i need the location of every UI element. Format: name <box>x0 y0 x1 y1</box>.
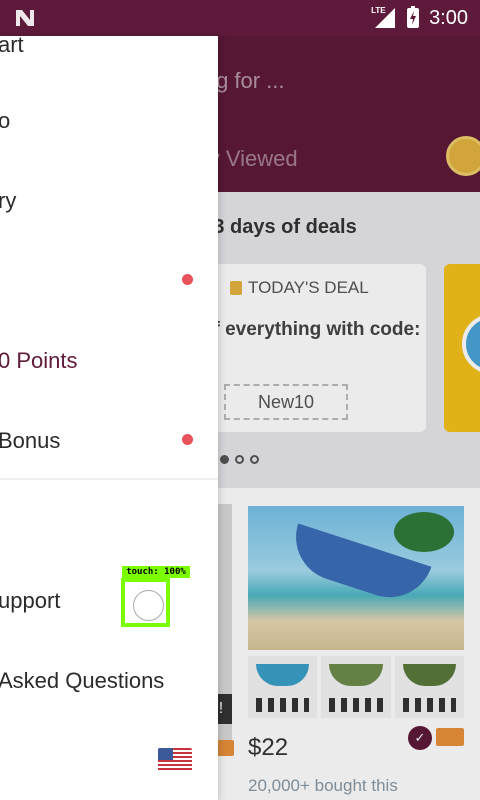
notification-dot <box>182 274 193 285</box>
drawer-item-bonus[interactable]: Bonus <box>0 400 218 480</box>
touch-indicator <box>121 578 170 627</box>
network-type: LTE <box>371 6 386 15</box>
status-bar: LTE 3:00 <box>0 0 480 36</box>
drawer-item-label: 0 Points <box>0 348 78 373</box>
drawer-divider <box>0 478 218 480</box>
drawer-item-4[interactable] <box>0 240 218 320</box>
touch-indicator-label: touch: 100% <box>122 566 190 578</box>
signal-icon: LTE <box>371 6 397 30</box>
drawer-item-history[interactable]: ry <box>0 160 218 240</box>
drawer-item-faq[interactable]: Asked Questions <box>0 640 218 720</box>
notification-dot <box>182 434 193 445</box>
drawer-item-points[interactable]: 0 Points <box>0 320 218 400</box>
drawer-item-label: upport <box>0 588 61 613</box>
navigation-drawer: art o ry 0 Points Bonus upport Asked Que… <box>0 36 218 800</box>
drawer-item-cart[interactable]: art <box>0 36 218 86</box>
drawer-item-label: art <box>0 36 24 57</box>
us-flag-icon[interactable] <box>158 748 192 772</box>
clock: 3:00 <box>429 6 468 29</box>
drawer-item-label: Asked Questions <box>0 668 165 693</box>
drawer-item-2[interactable]: o <box>0 80 218 160</box>
notification-n-icon <box>16 10 34 26</box>
drawer-item-label: o <box>0 108 11 133</box>
drawer-item-label: ry <box>0 188 17 213</box>
battery-charging-icon <box>407 6 420 28</box>
drawer-item-label: Bonus <box>0 428 61 453</box>
